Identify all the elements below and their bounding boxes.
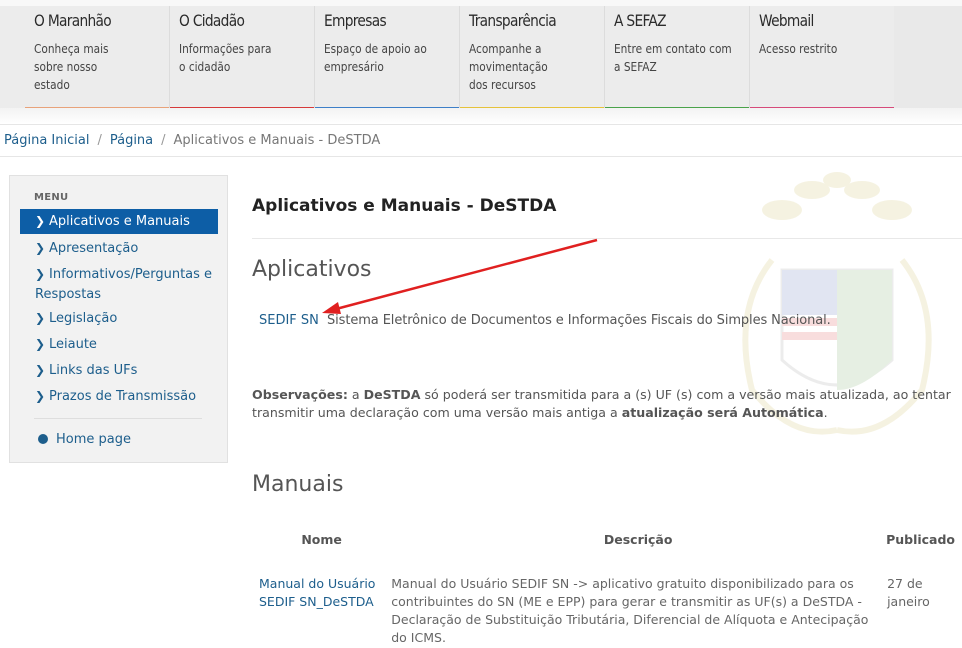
annotation-arrow-icon <box>322 238 598 314</box>
